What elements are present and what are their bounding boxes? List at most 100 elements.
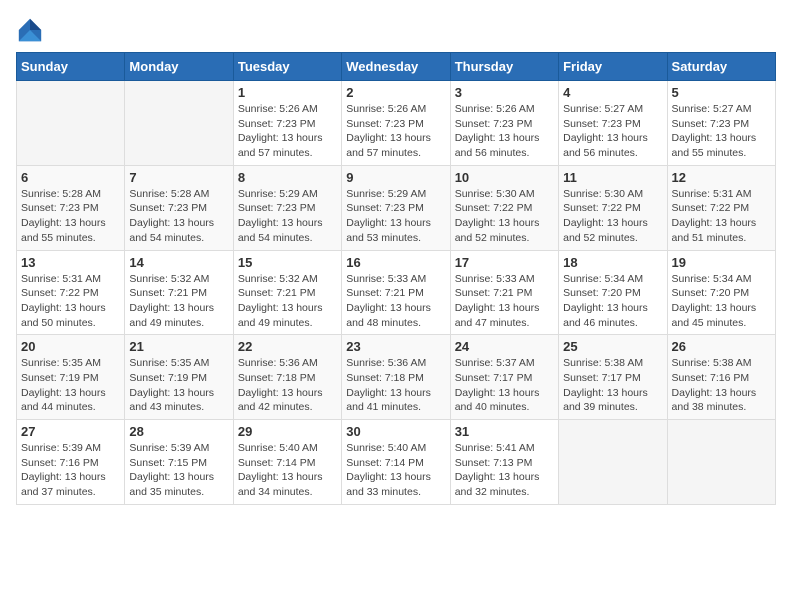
day-info: Sunrise: 5:40 AM Sunset: 7:14 PM Dayligh… — [346, 441, 445, 500]
day-number: 31 — [455, 424, 554, 439]
calendar-cell: 7 Sunrise: 5:28 AM Sunset: 7:23 PM Daylig… — [125, 165, 233, 250]
day-number: 25 — [563, 339, 662, 354]
calendar-cell: 24 Sunrise: 5:37 AM Sunset: 7:17 PM Dayli… — [450, 335, 558, 420]
logo-icon — [16, 16, 44, 44]
day-info: Sunrise: 5:36 AM Sunset: 7:18 PM Dayligh… — [238, 356, 337, 415]
weekday-header: Sunday — [17, 53, 125, 81]
weekday-header: Friday — [559, 53, 667, 81]
calendar-cell: 28 Sunrise: 5:39 AM Sunset: 7:15 PM Dayli… — [125, 420, 233, 505]
calendar-cell — [17, 81, 125, 166]
day-number: 14 — [129, 255, 228, 270]
day-number: 22 — [238, 339, 337, 354]
day-info: Sunrise: 5:28 AM Sunset: 7:23 PM Dayligh… — [129, 187, 228, 246]
calendar-cell: 19Sunrise: 5:34 AM Sunset: 7:20 PM Dayli… — [667, 250, 775, 335]
calendar-cell — [125, 81, 233, 166]
calendar-cell: 1 Sunrise: 5:26 AM Sunset: 7:23 PM Daylig… — [233, 81, 341, 166]
day-number: 15 — [238, 255, 337, 270]
day-number: 24 — [455, 339, 554, 354]
day-info: Sunrise: 5:35 AM Sunset: 7:19 PM Dayligh… — [129, 356, 228, 415]
day-number: 29 — [238, 424, 337, 439]
day-info: Sunrise: 5:31 AM Sunset: 7:22 PM Dayligh… — [672, 187, 771, 246]
day-info: Sunrise: 5:26 AM Sunset: 7:23 PM Dayligh… — [238, 102, 337, 161]
calendar-cell: 17 Sunrise: 5:33 AM Sunset: 7:21 PM Dayli… — [450, 250, 558, 335]
day-info: Sunrise: 5:40 AM Sunset: 7:14 PM Dayligh… — [238, 441, 337, 500]
weekday-header: Monday — [125, 53, 233, 81]
calendar-week-row: 1 Sunrise: 5:26 AM Sunset: 7:23 PM Daylig… — [17, 81, 776, 166]
calendar-cell: 11 Sunrise: 5:30 AM Sunset: 7:22 PM Dayli… — [559, 165, 667, 250]
weekday-header: Saturday — [667, 53, 775, 81]
day-info: Sunrise: 5:29 AM Sunset: 7:23 PM Dayligh… — [238, 187, 337, 246]
weekday-header: Wednesday — [342, 53, 450, 81]
calendar-header-row: SundayMondayTuesdayWednesdayThursdayFrid… — [17, 53, 776, 81]
page-header — [16, 16, 776, 44]
day-info: Sunrise: 5:29 AM Sunset: 7:23 PM Dayligh… — [346, 187, 445, 246]
day-number: 30 — [346, 424, 445, 439]
day-info: Sunrise: 5:34 AM Sunset: 7:20 PM Dayligh… — [563, 272, 662, 331]
day-number: 27 — [21, 424, 120, 439]
day-number: 18 — [563, 255, 662, 270]
day-number: 20 — [21, 339, 120, 354]
day-info: Sunrise: 5:31 AM Sunset: 7:22 PM Dayligh… — [21, 272, 120, 331]
calendar-cell: 26Sunrise: 5:38 AM Sunset: 7:16 PM Dayli… — [667, 335, 775, 420]
day-info: Sunrise: 5:38 AM Sunset: 7:16 PM Dayligh… — [672, 356, 771, 415]
day-info: Sunrise: 5:37 AM Sunset: 7:17 PM Dayligh… — [455, 356, 554, 415]
calendar-week-row: 13 Sunrise: 5:31 AM Sunset: 7:22 PM Dayli… — [17, 250, 776, 335]
day-info: Sunrise: 5:36 AM Sunset: 7:18 PM Dayligh… — [346, 356, 445, 415]
calendar-cell: 4Sunrise: 5:27 AM Sunset: 7:23 PM Daylig… — [559, 81, 667, 166]
day-info: Sunrise: 5:38 AM Sunset: 7:17 PM Dayligh… — [563, 356, 662, 415]
day-info: Sunrise: 5:32 AM Sunset: 7:21 PM Dayligh… — [238, 272, 337, 331]
calendar-cell: 30 Sunrise: 5:40 AM Sunset: 7:14 PM Dayli… — [342, 420, 450, 505]
day-number: 10 — [455, 170, 554, 185]
day-info: Sunrise: 5:27 AM Sunset: 7:23 PM Dayligh… — [563, 102, 662, 161]
day-info: Sunrise: 5:26 AM Sunset: 7:23 PM Dayligh… — [455, 102, 554, 161]
day-info: Sunrise: 5:26 AM Sunset: 7:23 PM Dayligh… — [346, 102, 445, 161]
calendar-cell: 29 Sunrise: 5:40 AM Sunset: 7:14 PM Dayli… — [233, 420, 341, 505]
day-number: 6 — [21, 170, 120, 185]
weekday-header: Tuesday — [233, 53, 341, 81]
day-number: 28 — [129, 424, 228, 439]
calendar-cell: 25 Sunrise: 5:38 AM Sunset: 7:17 PM Dayli… — [559, 335, 667, 420]
day-number: 8 — [238, 170, 337, 185]
calendar-cell: 9 Sunrise: 5:29 AM Sunset: 7:23 PM Daylig… — [342, 165, 450, 250]
day-number: 9 — [346, 170, 445, 185]
weekday-header: Thursday — [450, 53, 558, 81]
calendar-week-row: 6 Sunrise: 5:28 AM Sunset: 7:23 PM Daylig… — [17, 165, 776, 250]
day-info: Sunrise: 5:34 AM Sunset: 7:20 PM Dayligh… — [672, 272, 771, 331]
day-info: Sunrise: 5:39 AM Sunset: 7:15 PM Dayligh… — [129, 441, 228, 500]
day-info: Sunrise: 5:32 AM Sunset: 7:21 PM Dayligh… — [129, 272, 228, 331]
calendar-cell: 6Sunrise: 5:28 AM Sunset: 7:23 PM Daylig… — [17, 165, 125, 250]
calendar-cell: 14 Sunrise: 5:32 AM Sunset: 7:21 PM Dayli… — [125, 250, 233, 335]
day-number: 21 — [129, 339, 228, 354]
calendar-cell: 16Sunrise: 5:33 AM Sunset: 7:21 PM Dayli… — [342, 250, 450, 335]
calendar-cell: 13 Sunrise: 5:31 AM Sunset: 7:22 PM Dayli… — [17, 250, 125, 335]
day-number: 5 — [672, 85, 771, 100]
logo — [16, 16, 48, 44]
day-info: Sunrise: 5:27 AM Sunset: 7:23 PM Dayligh… — [672, 102, 771, 161]
day-number: 2 — [346, 85, 445, 100]
calendar-cell: 22 Sunrise: 5:36 AM Sunset: 7:18 PM Dayli… — [233, 335, 341, 420]
calendar-cell: 21 Sunrise: 5:35 AM Sunset: 7:19 PM Dayli… — [125, 335, 233, 420]
calendar-week-row: 20 Sunrise: 5:35 AM Sunset: 7:19 PM Dayli… — [17, 335, 776, 420]
calendar-cell: 3Sunrise: 5:26 AM Sunset: 7:23 PM Daylig… — [450, 81, 558, 166]
day-info: Sunrise: 5:30 AM Sunset: 7:22 PM Dayligh… — [563, 187, 662, 246]
day-number: 11 — [563, 170, 662, 185]
day-number: 13 — [21, 255, 120, 270]
day-number: 7 — [129, 170, 228, 185]
calendar-cell: 18 Sunrise: 5:34 AM Sunset: 7:20 PM Dayli… — [559, 250, 667, 335]
calendar-cell — [667, 420, 775, 505]
calendar-cell: 31Sunrise: 5:41 AM Sunset: 7:13 PM Dayli… — [450, 420, 558, 505]
calendar-week-row: 27 Sunrise: 5:39 AM Sunset: 7:16 PM Dayli… — [17, 420, 776, 505]
day-number: 1 — [238, 85, 337, 100]
calendar-cell: 8 Sunrise: 5:29 AM Sunset: 7:23 PM Daylig… — [233, 165, 341, 250]
day-info: Sunrise: 5:33 AM Sunset: 7:21 PM Dayligh… — [455, 272, 554, 331]
day-info: Sunrise: 5:30 AM Sunset: 7:22 PM Dayligh… — [455, 187, 554, 246]
calendar-cell — [559, 420, 667, 505]
day-info: Sunrise: 5:39 AM Sunset: 7:16 PM Dayligh… — [21, 441, 120, 500]
day-number: 17 — [455, 255, 554, 270]
calendar-cell: 12 Sunrise: 5:31 AM Sunset: 7:22 PM Dayli… — [667, 165, 775, 250]
day-info: Sunrise: 5:35 AM Sunset: 7:19 PM Dayligh… — [21, 356, 120, 415]
day-number: 16 — [346, 255, 445, 270]
calendar-cell: 2 Sunrise: 5:26 AM Sunset: 7:23 PM Daylig… — [342, 81, 450, 166]
calendar-cell: 10 Sunrise: 5:30 AM Sunset: 7:22 PM Dayli… — [450, 165, 558, 250]
day-number: 12 — [672, 170, 771, 185]
